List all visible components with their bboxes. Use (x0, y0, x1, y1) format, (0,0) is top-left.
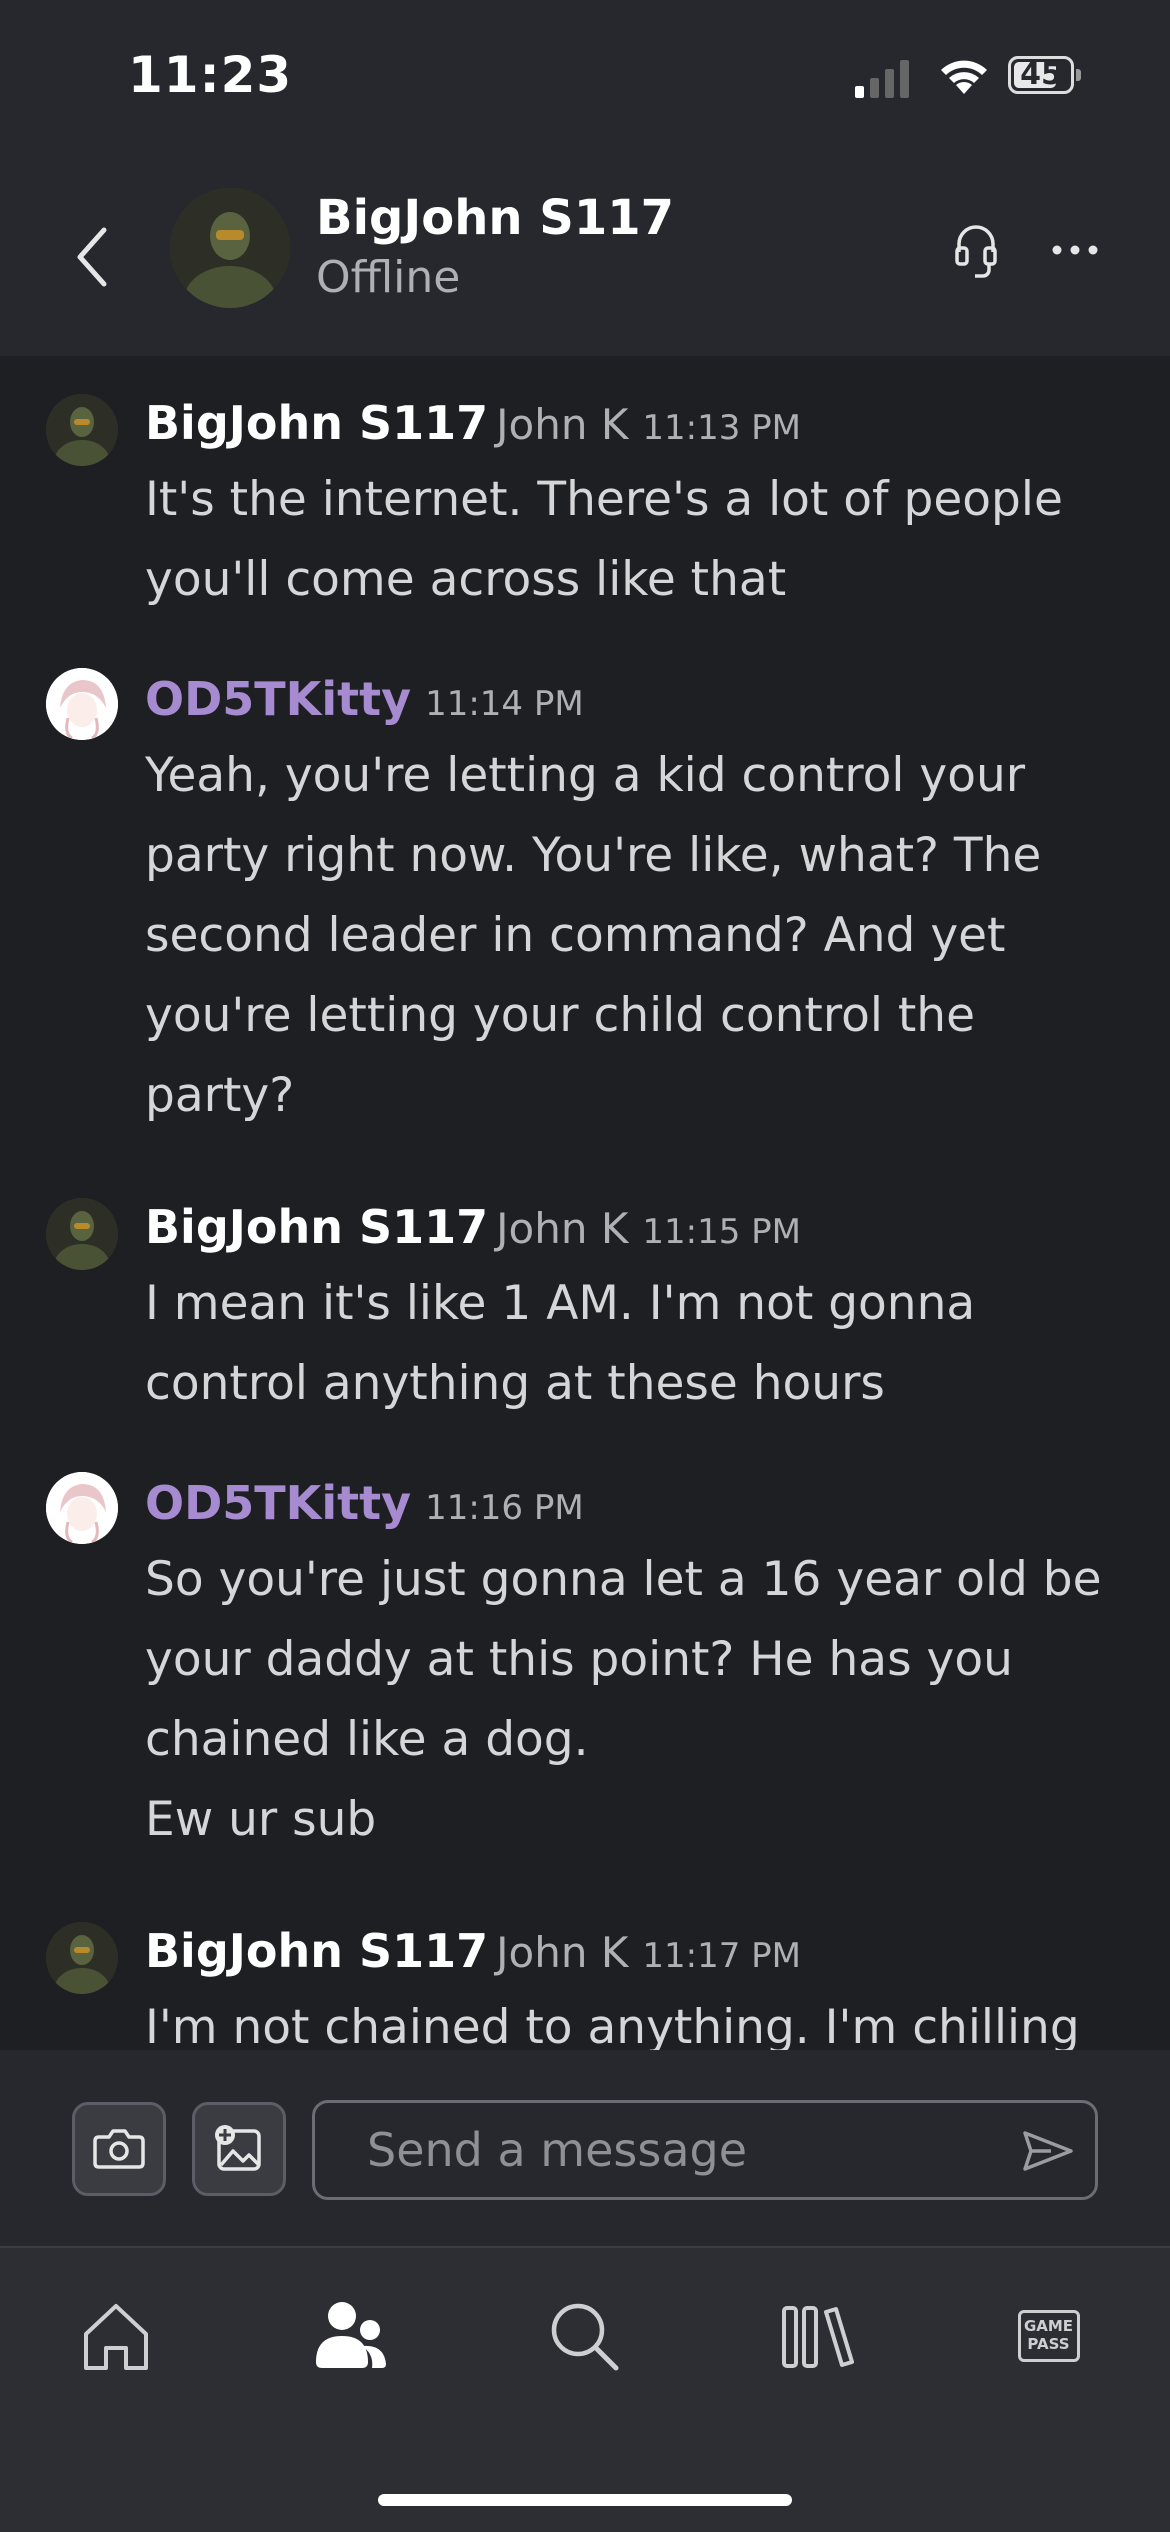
message-text: I'm not chained to anything. I'm chillin… (145, 2000, 1080, 2050)
sender-avatar[interactable] (46, 668, 118, 740)
message-author[interactable]: BigJohn S117 (145, 1200, 488, 1254)
camera-button[interactable] (72, 2102, 166, 2196)
message-gamertag: John K (496, 1928, 629, 1977)
message-time: 11:16 PM (425, 1488, 584, 1528)
message-time: 11:14 PM (425, 684, 584, 724)
message-meta: BigJohn S117 John K 11:13 PM (145, 396, 801, 450)
cellular-signal-icon (855, 60, 909, 98)
game-pass-icon[interactable]: GAME PASS (1012, 2296, 1092, 2376)
message-text: second leader in command? And yet (145, 908, 1006, 963)
headset-icon[interactable] (953, 222, 999, 280)
message-text: you'll come across like that (145, 552, 787, 607)
message-author[interactable]: BigJohn S117 (145, 396, 488, 450)
battery-icon: 45 (1008, 56, 1081, 94)
message-meta: OD5TKitty 11:14 PM (145, 672, 584, 726)
message-composer (0, 2050, 1170, 2248)
game-pass-label-line1: GAME (1023, 2317, 1074, 2335)
game-pass-label-line2: PASS (1027, 2335, 1070, 2353)
sender-avatar[interactable] (46, 1198, 118, 1270)
library-icon[interactable] (778, 2296, 858, 2376)
home-icon[interactable] (76, 2296, 156, 2376)
search-icon[interactable] (544, 2296, 624, 2376)
message-time: 11:17 PM (642, 1936, 801, 1976)
sender-avatar[interactable] (46, 394, 118, 466)
send-icon[interactable] (1021, 2127, 1075, 2175)
message-text: party? (145, 1068, 295, 1123)
bottom-nav: GAME PASS (0, 2248, 1170, 2532)
wifi-icon (941, 60, 987, 94)
sender-avatar[interactable] (46, 1922, 118, 1994)
back-chevron-icon[interactable] (70, 222, 114, 292)
message-gamertag: John K (496, 1204, 629, 1253)
message-time: 11:15 PM (642, 1212, 801, 1252)
add-image-button[interactable] (192, 2102, 286, 2196)
message-meta: BigJohn S117 John K 11:17 PM (145, 1924, 801, 1978)
status-bar: 11:23 45 (0, 0, 1170, 160)
sender-avatar[interactable] (46, 1472, 118, 1544)
add-image-icon (215, 2125, 261, 2171)
message-text: chained like a dog. (145, 1712, 589, 1767)
home-indicator[interactable] (378, 2494, 792, 2506)
message-text: party right now. You're like, what? The (145, 828, 1042, 883)
message-author[interactable]: BigJohn S117 (145, 1924, 488, 1978)
social-people-icon[interactable] (310, 2296, 390, 2376)
message-author[interactable]: OD5TKitty (145, 672, 411, 726)
message-meta: BigJohn S117 John K 11:15 PM (145, 1200, 801, 1254)
message-input[interactable] (365, 2119, 989, 2181)
message-list[interactable]: BigJohn S117 John K 11:13 PM It's the inte… (0, 356, 1170, 2050)
message-text: So you're just gonna let a 16 year old b… (145, 1552, 1102, 1607)
status-time: 11:23 (128, 46, 293, 104)
contact-name: BigJohn S117 (316, 190, 675, 246)
message-text: It's the internet. There's a lot of peop… (145, 472, 1063, 527)
contact-avatar[interactable] (170, 188, 290, 308)
message-text: Ew ur sub (145, 1792, 377, 1847)
message-text: I mean it's like 1 AM. I'm not gonna (145, 1276, 976, 1331)
message-author[interactable]: OD5TKitty (145, 1476, 411, 1530)
battery-level: 45 (1020, 57, 1062, 92)
message-gamertag: John K (496, 400, 629, 449)
chat-header: BigJohn S117 Offline (0, 160, 1170, 356)
contact-status: Offline (316, 252, 461, 303)
more-options-icon[interactable] (1050, 240, 1100, 260)
message-text: your daddy at this point? He has you (145, 1632, 1013, 1687)
message-meta: OD5TKitty 11:16 PM (145, 1476, 584, 1530)
message-text: Yeah, you're letting a kid control your (145, 748, 1026, 803)
message-input-box[interactable] (312, 2100, 1098, 2200)
message-text: you're letting your child control the (145, 988, 976, 1043)
message-time: 11:13 PM (642, 408, 801, 448)
camera-icon (93, 2129, 145, 2169)
message-text: control anything at these hours (145, 1356, 885, 1411)
